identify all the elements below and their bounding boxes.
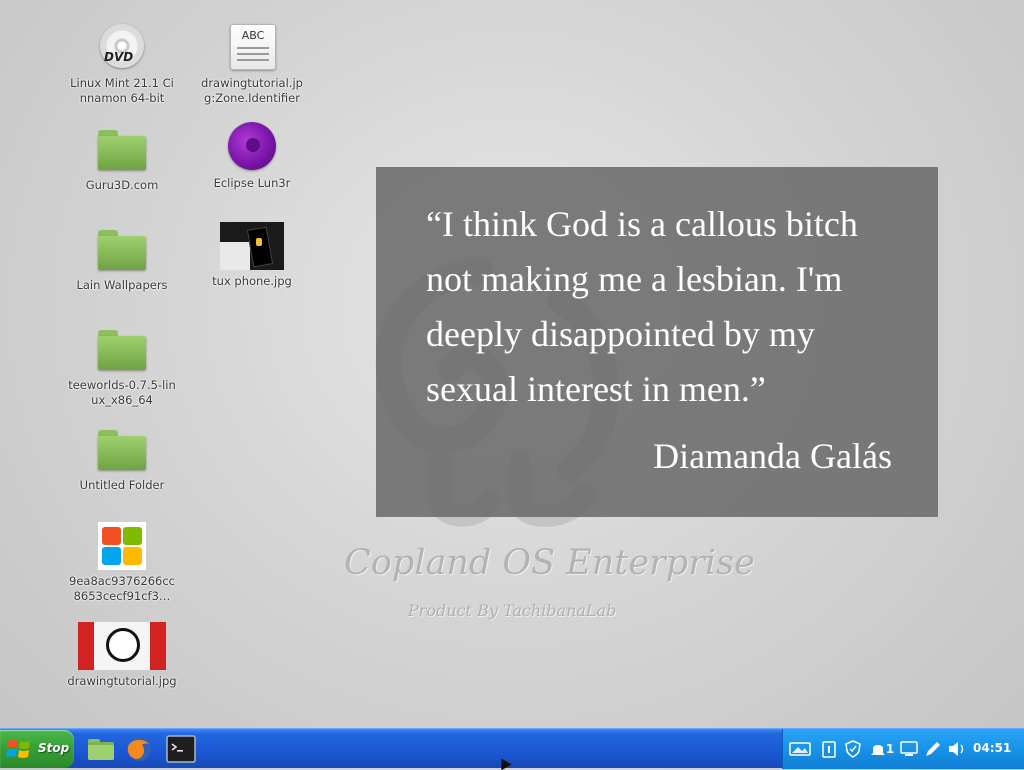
quote-desklet: “I think God is a callous bitch not maki… [376,167,938,517]
desktop-icon-drawingtutorial-jpg[interactable]: drawingtutorial.jpg [67,622,177,689]
desktop-icon-windows-file[interactable]: 9ea8ac9376266cc8653cecf91cf3… [67,522,177,604]
volume-icon[interactable] [947,739,967,759]
clipboard-icon[interactable] [819,739,839,759]
purple-sphere-icon [220,122,284,174]
notification-count: 1 [885,742,895,756]
wallpaper-subtitle: Product By TachibanaLab [408,601,617,620]
folder-icon [90,126,154,176]
icon-label: tux phone.jpg [212,274,292,288]
image-thumbnail-icon [220,222,284,272]
windows-flag-icon [6,740,30,758]
quote-author: Diamanda Galás [653,436,892,476]
folder-icon [90,426,154,476]
start-label: Stop [38,741,70,755]
text-document-icon: ABC [220,24,284,74]
image-thumbnail-icon [78,622,166,672]
desktop-icon-teeworlds[interactable]: teeworlds-0.7.5-linux_x86_64 [67,326,177,408]
icon-label: Untitled Folder [79,478,165,492]
icon-label: Eclipse Lun3r [213,176,291,190]
firefox-icon[interactable] [124,735,154,763]
clock[interactable]: 04:51 [973,741,1011,755]
icon-label: drawingtutorial.jpg [67,674,177,688]
file-manager-icon[interactable] [86,735,116,763]
network-icon[interactable] [789,739,811,759]
desktop-icon-eclipse-lun3r[interactable]: Eclipse Lun3r [197,122,307,191]
shield-icon[interactable] [843,739,863,759]
desktop-icon-lain-wallpapers[interactable]: Lain Wallpapers [67,226,177,293]
taskbar: Stop 1 04:51 [0,728,1024,769]
icon-label: drawingtutorial.jpg:Zone.Identifier [201,76,303,105]
icon-label: teeworlds-0.7.5-linux_x86_64 [68,378,176,407]
icon-label: Linux Mint 21.1 Cinnamon 64-bit [70,76,174,105]
system-tray: 1 04:51 [782,729,1024,769]
quote-text: “I think God is a callous bitch not maki… [426,204,858,409]
display-icon[interactable] [899,739,919,759]
desktop-icon-linux-mint[interactable]: DVD Linux Mint 21.1 Cinnamon 64-bit [67,24,177,106]
pen-icon[interactable] [923,739,943,759]
icon-label: Guru3D.com [85,178,159,192]
desktop: Copland OS Enterprise Product By Tachiba… [0,0,1024,728]
folder-icon [90,326,154,376]
terminal-icon[interactable] [166,735,196,763]
dvd-icon: DVD [90,24,154,74]
start-button[interactable]: Stop [0,730,74,768]
desktop-icon-guru3d[interactable]: Guru3D.com [67,126,177,193]
icon-label: 9ea8ac9376266cc8653cecf91cf3… [69,574,175,603]
desktop-icon-tux-phone[interactable]: tux phone.jpg [197,222,307,289]
icon-label: Lain Wallpapers [76,278,168,292]
desktop-icon-zone-identifier[interactable]: ABC drawingtutorial.jpg:Zone.Identifier [197,24,307,106]
notifications-icon[interactable]: 1 [869,739,895,759]
wallpaper-title: Copland OS Enterprise [344,543,755,583]
desktop-icon-untitled-folder[interactable]: Untitled Folder [67,426,177,493]
folder-icon [90,226,154,276]
windows-logo-icon [90,522,154,572]
